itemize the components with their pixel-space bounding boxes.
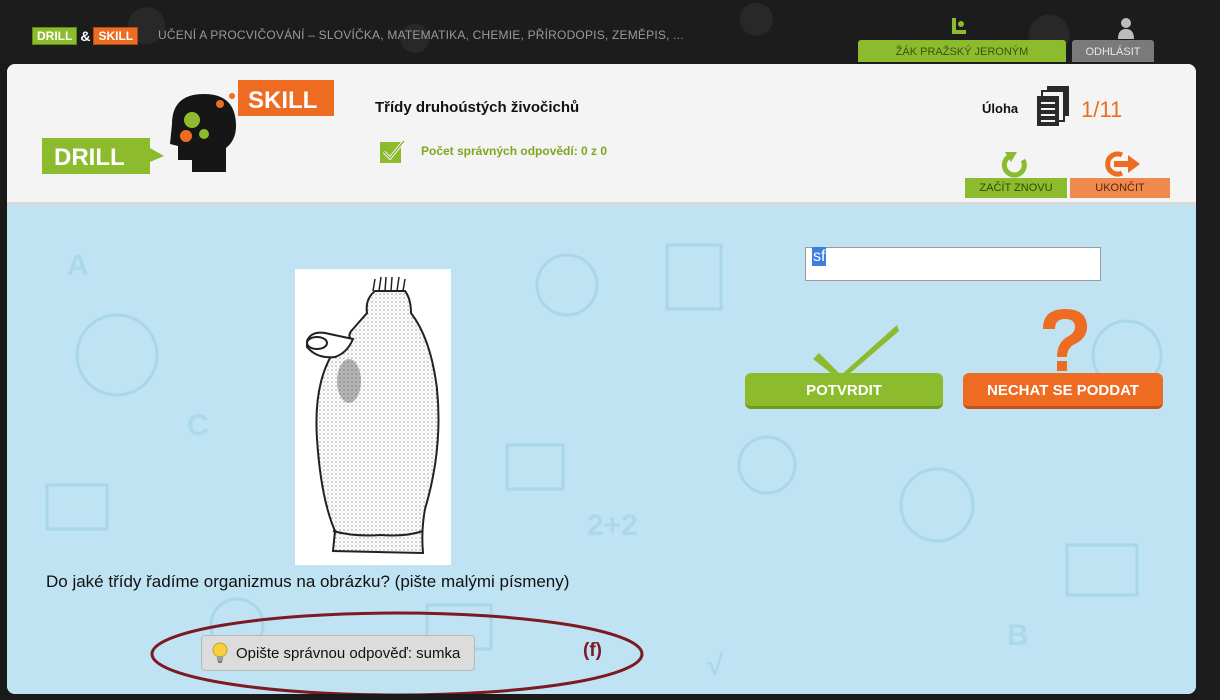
logo-skill-text: SKILL: [248, 87, 317, 114]
annotation-mark: (f): [583, 640, 602, 661]
svg-text:A: A: [67, 249, 89, 282]
answer-input-value: sf: [812, 247, 827, 266]
task-label: Úloha: [982, 101, 1019, 116]
logout-button[interactable]: ODHLÁSIT: [1072, 40, 1154, 62]
svg-text:2+2: 2+2: [587, 509, 638, 542]
top-tagline: UČENÍ A PROCVIČOVÁNÍ – SLOVÍČKA, MATEMAT…: [158, 28, 684, 42]
student-icon: [952, 18, 966, 34]
restart-button[interactable]: ZAČÍT ZNOVU: [965, 148, 1067, 198]
brand-skill-tag: SKILL: [93, 27, 139, 45]
exercise-content: A 2+2 √ B C sf POTVRDIT NECHAT SE PODDAT…: [7, 202, 1196, 694]
main-panel: DRILL SKILL Třídy druhoústých živočichů …: [7, 64, 1196, 694]
question-text: Do jaké třídy řadíme organizmus na obráz…: [46, 572, 570, 591]
checkmark-icon: [813, 325, 899, 381]
user-tab[interactable]: ŽÁK PRAŽSKÝ JERONÝM: [858, 40, 1066, 62]
svg-text:√: √: [707, 649, 724, 682]
svg-text:C: C: [187, 409, 209, 442]
brand-small-logo[interactable]: DRILL & SKILL: [32, 27, 139, 45]
exercise-header: DRILL SKILL Třídy druhoústých živočichů …: [7, 64, 1196, 202]
checkbox-check-icon: [380, 140, 405, 163]
correct-answers-count: Počet správných odpovědí: 0 z 0: [421, 144, 608, 158]
exit-icon: [1105, 151, 1140, 177]
confirm-button[interactable]: POTVRDIT: [745, 373, 943, 409]
sea-squirt-illustration: [306, 276, 440, 555]
specimen-image: [295, 269, 451, 565]
top-bar: DRILL & SKILL UČENÍ A PROCVIČOVÁNÍ – SLO…: [0, 0, 1220, 64]
task-counter: 1/11: [1081, 97, 1123, 122]
quit-label: UKONČIT: [1070, 178, 1170, 198]
right-edge: [1196, 64, 1220, 700]
task-title: Třídy druhoústých živočichů: [375, 99, 580, 116]
person-icon: [1118, 18, 1134, 39]
brand-amp: &: [80, 28, 91, 44]
lightbulb-icon: [212, 642, 228, 663]
restart-label: ZAČÍT ZNOVU: [965, 178, 1067, 198]
drill-skill-logo[interactable]: DRILL SKILL: [42, 80, 334, 192]
quit-button[interactable]: UKONČIT: [1070, 148, 1170, 198]
svg-text:B: B: [1007, 619, 1029, 652]
hint-label: Opište správnou odpověď: sumka: [236, 644, 461, 662]
documents-icon: [1037, 86, 1069, 126]
question-mark-icon: [1043, 309, 1087, 371]
logo-drill-text: DRILL: [54, 144, 125, 171]
hint-button[interactable]: Opište správnou odpověď: sumka: [201, 635, 476, 671]
answer-input[interactable]: sf: [805, 247, 1101, 281]
brand-drill-tag: DRILL: [32, 27, 78, 45]
restart-icon: [1001, 152, 1027, 178]
give-up-button[interactable]: NECHAT SE PODDAT: [963, 373, 1163, 409]
